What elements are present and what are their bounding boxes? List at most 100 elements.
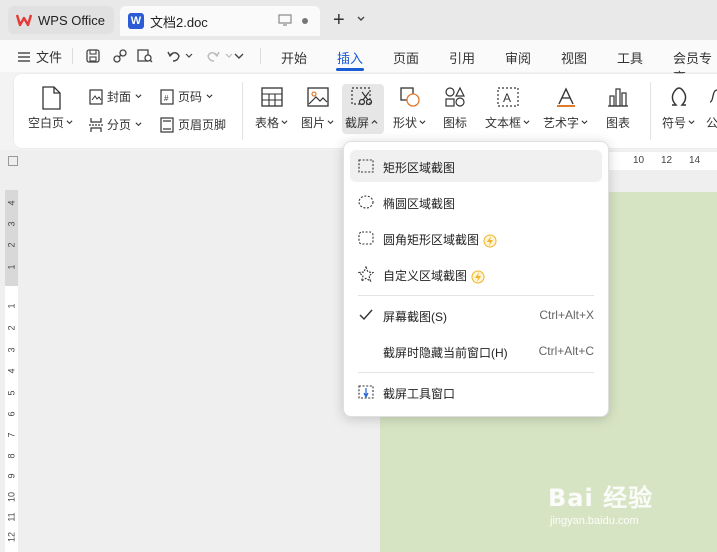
menu-item-label: 截屏工具窗口 [383, 387, 456, 401]
redo-chevron-down-icon[interactable] [225, 52, 233, 60]
checkmark-icon [359, 309, 373, 321]
ruler-tick-label: 2 [6, 242, 17, 248]
cover-label: 封面 [107, 90, 132, 104]
watermark-url: jingyan.baidu.com [550, 515, 639, 527]
dashed-ellipse-icon [358, 195, 374, 209]
menu-divider [358, 372, 594, 373]
blank-page-button[interactable]: 空白页 [28, 86, 73, 131]
shape-label: 形状 [393, 116, 418, 130]
custom-area-screenshot-item[interactable]: 自定义区域截图 [350, 258, 602, 290]
page-break-button[interactable]: 分页 [89, 116, 142, 133]
page-number-icon: # [160, 88, 174, 105]
icon-button[interactable]: 图标 [443, 86, 467, 131]
ruler-tick-label: 4 [6, 368, 17, 374]
save-icon[interactable] [85, 48, 101, 64]
tab-tools[interactable]: 工具 [617, 48, 643, 67]
ruler-tick-label: 6 [6, 411, 17, 417]
ruler-tick-label: 1 [6, 303, 17, 309]
header-footer-button[interactable]: 页眉页脚 [160, 116, 226, 133]
ruler-tick-label: 3 [6, 221, 17, 227]
hamburger-icon [18, 51, 30, 62]
rect-area-screenshot-item[interactable]: 矩形区域截图 [350, 150, 602, 182]
picture-button[interactable]: 图片 [301, 86, 334, 131]
ribbon-divider [650, 82, 651, 140]
undo-chevron-down-icon[interactable] [185, 52, 193, 60]
chevron-down-icon [281, 120, 288, 125]
chart-button[interactable]: 图表 [606, 86, 630, 131]
divider [260, 48, 261, 64]
table-button[interactable]: 表格 [255, 86, 288, 131]
icons-grid-icon [445, 86, 465, 107]
wps-office-tab[interactable]: WPS Office [8, 6, 114, 34]
undo-icon[interactable] [166, 48, 182, 64]
screenshot-label: 截屏 [345, 116, 370, 130]
tab-insert[interactable]: 插入 [337, 48, 363, 67]
rounded-rect-screenshot-item[interactable]: 圆角矩形区域截图 [350, 222, 602, 254]
menu-bar: 文件 开始 插入 页面 引用 审阅 视图 工具 会员专享 [0, 40, 717, 85]
menu-item-label: 矩形区域截图 [383, 161, 456, 175]
unsaved-dot-icon[interactable] [302, 18, 308, 24]
tab-home[interactable]: 开始 [281, 48, 307, 67]
menu-item-label: 屏幕截图(S) [383, 310, 447, 324]
formula-button[interactable]: 公 [706, 86, 717, 131]
file-menu[interactable]: 文件 [18, 47, 62, 66]
ellipse-area-screenshot-item[interactable]: 椭圆区域截图 [350, 186, 602, 218]
tab-view[interactable]: 视图 [561, 48, 587, 67]
tab-page[interactable]: 页面 [393, 48, 419, 67]
page-break-icon [89, 117, 103, 132]
share-link-icon[interactable] [112, 48, 128, 64]
shape-button[interactable]: 形状 [393, 86, 426, 131]
menu-item-label: 截屏时隐藏当前窗口(H) [383, 346, 508, 360]
page-number-label: 页码 [178, 90, 203, 104]
textbox-button[interactable]: A 文本框 [485, 86, 530, 131]
shape-icon [399, 87, 420, 107]
ruler-tick-label: 12 [661, 155, 673, 166]
document-tab-label: 文档2.doc [150, 14, 208, 30]
table-icon [260, 87, 283, 107]
chevron-down-icon [419, 120, 426, 125]
divider [72, 48, 73, 64]
icon-label: 图标 [443, 116, 468, 130]
ruler-corner-tab-stop[interactable] [8, 156, 18, 166]
vertical-ruler[interactable]: 4 3 2 1 1 2 3 4 5 6 7 8 9 10 11 12 [5, 190, 18, 552]
title-tab-bar: WPS Office W 文档2.doc + [0, 0, 717, 40]
horizontal-ruler[interactable]: 10 12 14 [600, 152, 717, 170]
more-chevron-down-icon[interactable] [233, 50, 245, 62]
screenshot-tool-window-item[interactable]: 截屏工具窗口 [350, 376, 602, 408]
hide-window-on-capture-item[interactable]: 截屏时隐藏当前窗口(H) Ctrl+Alt+C [350, 335, 602, 367]
premium-lightning-icon [471, 270, 485, 284]
chart-label: 图表 [606, 116, 631, 130]
chevron-down-icon [523, 120, 530, 125]
new-tab-plus-icon[interactable]: + [333, 10, 345, 30]
cover-icon [89, 88, 103, 105]
menu-item-label: 椭圆区域截图 [383, 197, 456, 211]
tab-references[interactable]: 引用 [449, 48, 475, 67]
omega-symbol-icon [671, 87, 686, 106]
monitor-icon[interactable] [278, 14, 292, 26]
new-tab-chevron-down-icon[interactable] [356, 14, 366, 24]
dashed-rounded-rectangle-icon [358, 231, 374, 245]
tab-review[interactable]: 审阅 [505, 48, 531, 67]
ruler-tick-label: 10 [633, 155, 645, 166]
formula-label: 公 [706, 116, 717, 130]
screenshot-button[interactable]: 截屏 [345, 86, 378, 131]
symbol-label: 符号 [662, 116, 687, 130]
bar-chart-icon [608, 88, 628, 107]
menu-divider [358, 295, 594, 296]
svg-text:A: A [503, 91, 511, 105]
page-number-button[interactable]: # 页码 [160, 88, 213, 105]
document-tab[interactable]: W 文档2.doc [120, 6, 320, 36]
cover-button[interactable]: 封面 [89, 88, 142, 105]
ruler-tick-label: 9 [6, 473, 17, 479]
ruler-tick-label: 2 [6, 325, 17, 331]
ruler-tick-label: 11 [6, 512, 17, 522]
wps-logo-icon [16, 14, 32, 27]
wordart-button[interactable]: 艺术字 [543, 86, 588, 131]
chevron-down-icon [327, 120, 334, 125]
symbol-button[interactable]: 符号 [662, 86, 695, 131]
redo-icon[interactable] [205, 48, 221, 64]
ruler-tick-label: 14 [689, 155, 701, 166]
screen-capture-item[interactable]: 屏幕截图(S) Ctrl+Alt+X [350, 299, 602, 331]
print-preview-icon[interactable] [136, 48, 154, 64]
picture-label: 图片 [301, 116, 326, 130]
